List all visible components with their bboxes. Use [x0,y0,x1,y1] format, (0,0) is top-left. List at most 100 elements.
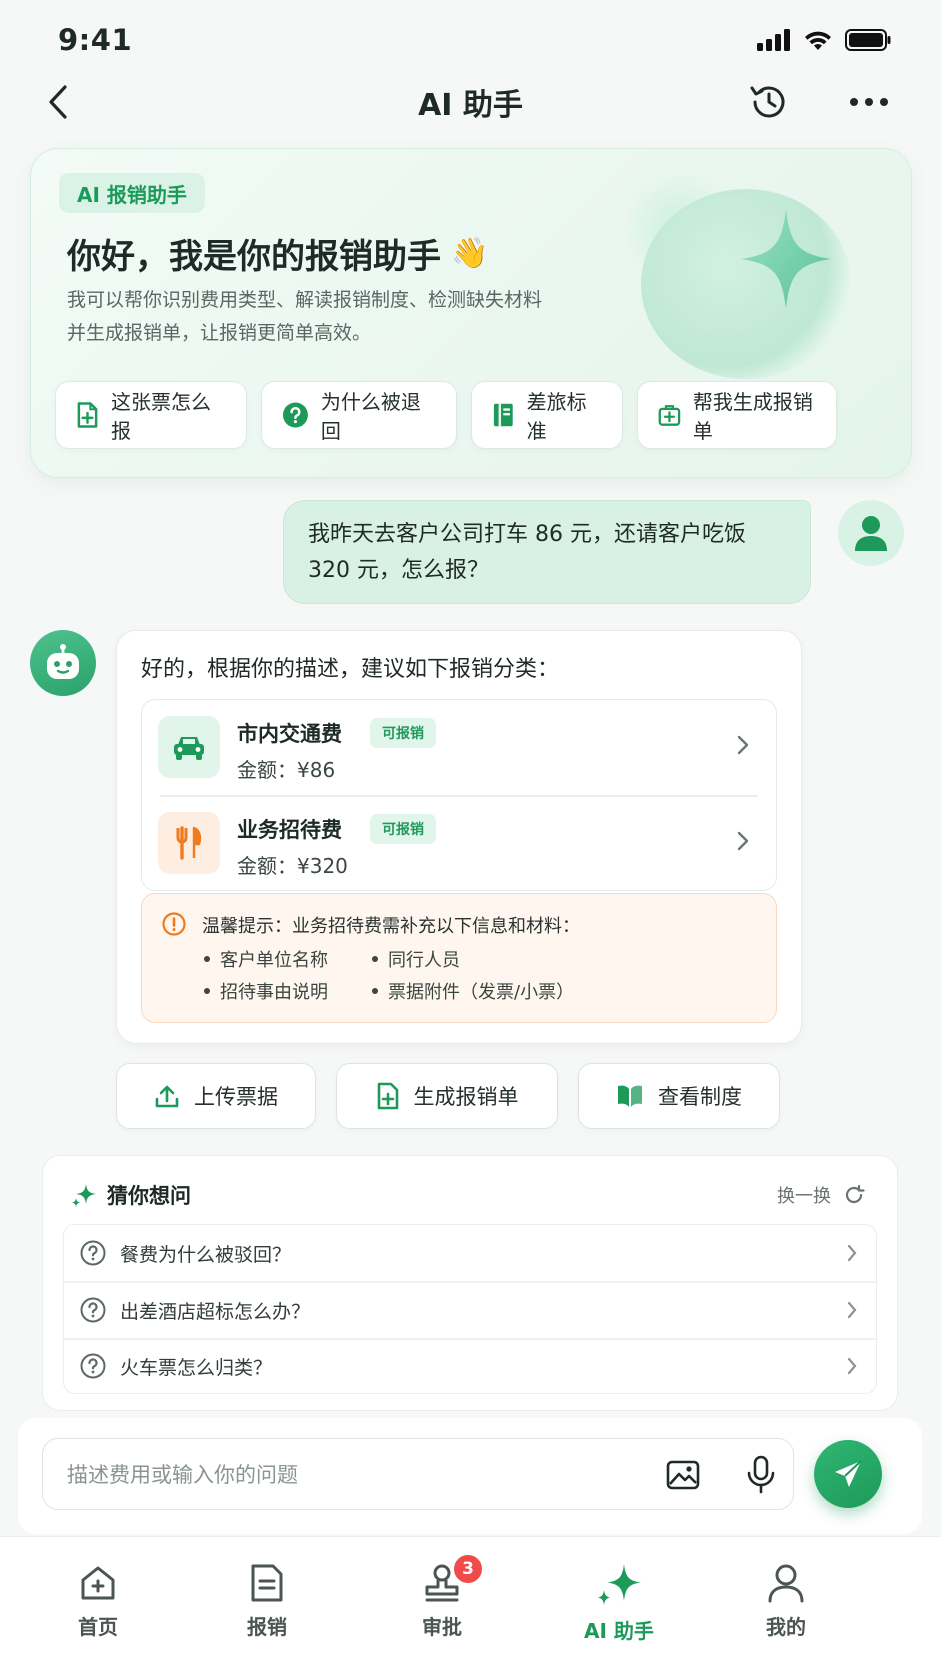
quick-how-to-claim-button[interactable]: 这张票怎么报 [55,381,247,449]
voice-button[interactable] [743,1455,779,1495]
tip-item: 票据附件（发票/小票） [372,978,574,1004]
user-avatar [838,500,904,566]
bullet [204,956,210,962]
tab-ai-assistant[interactable]: AI 助手 [559,1563,679,1644]
category-icon [158,812,220,874]
image-button[interactable] [665,1457,701,1493]
notification-badge: 3 [452,1553,484,1585]
suggestions-card: 猜你想问 换一换 餐费为什么被驳回？ 出差酒店超标怎么办？ 火车票怎么归类？ [42,1155,898,1411]
quick-label: 帮我生成报销单 [692,390,813,443]
welcome-desc-line: 并生成报销单，让报销更简单高效。 [67,322,372,344]
reimbursable-badge: 可报销 [370,814,436,844]
send-button[interactable] [814,1440,882,1508]
history-icon [750,86,785,118]
generate-claim-button[interactable]: 生成报销单 [336,1063,558,1129]
status-icons [757,29,891,51]
quick-generate-claim-button[interactable]: 帮我生成报销单 [637,381,837,449]
history-button[interactable] [747,80,791,124]
category-item-transport[interactable]: 市内交通费 可报销 金额：¥86 [142,700,776,794]
welcome-card: AI 报销助手 你好，我是你的报销助手 👋 我可以帮你识别费用类型、解读报销制度… [30,148,912,478]
more-dots-icon [850,98,888,106]
welcome-title: 你好，我是你的报销助手 👋 [67,229,488,278]
suggestion-item[interactable]: 火车票怎么归类？ [64,1338,876,1394]
bullet [204,988,210,994]
message-input-box [42,1438,794,1510]
wave-emoji: 👋 [451,236,489,271]
quick-why-returned-button[interactable]: 为什么被退回 [261,381,457,449]
book-open-icon [618,1085,642,1107]
wifi-icon [805,31,831,50]
chevron-right-icon [737,735,749,755]
category-amount: 金额：¥86 [237,758,336,782]
category-list: 市内交通费 可报销 金额：¥86 业务招待费 可报销 金额：¥320 [141,699,777,891]
welcome-title-text: 你好，我是你的报销助手 [67,237,441,277]
back-button[interactable] [38,82,78,122]
bullet [372,956,378,962]
user-icon [768,1564,804,1603]
tip-item: 招待事由说明 [204,978,328,1004]
car-icon [174,737,204,760]
suggestion-text: 出差酒店超标怎么办？ [120,1300,311,1323]
question-outline-icon [80,1297,106,1323]
send-icon [835,1460,862,1487]
view-policy-button[interactable]: 查看制度 [578,1063,780,1129]
user-message-bubble: 我昨天去客户公司打车 86 元，还请客户吃饭 320 元，怎么报？ [283,500,811,604]
tip-item-text: 票据附件（发票/小票） [388,982,575,1003]
upload-icon [155,1085,179,1108]
reimbursable-badge: 可报销 [370,718,436,748]
message-input[interactable] [67,1455,587,1495]
chevron-right-icon [847,1301,857,1319]
tab-label: AI 助手 [584,1619,654,1643]
category-amount: 金额：¥320 [237,854,348,878]
tab-label: 首页 [78,1615,118,1639]
quick-label: 差旅标准 [526,390,587,443]
tab-profile[interactable]: 我的 [726,1563,846,1640]
action-label: 查看制度 [658,1085,742,1109]
tip-item-text: 招待事由说明 [220,982,328,1003]
suggestion-item[interactable]: 餐费为什么被驳回？ [64,1225,876,1281]
sparkle-icon [598,1564,641,1605]
refresh-label: 换一换 [777,1186,831,1207]
suggestions-title: 猜你想问 [107,1184,191,1208]
category-name: 业务招待费 [237,818,342,842]
receipt-add-icon [377,1082,398,1110]
assistant-tag: AI 报销助手 [59,173,205,213]
tip-item-text: 客户单位名称 [220,950,328,971]
action-buttons: 上传票据 生成报销单 查看制度 [116,1063,780,1129]
quick-label: 这张票怎么报 [111,390,211,443]
bullet [372,988,378,994]
category-name: 市内交通费 [237,722,342,746]
chevron-right-icon [847,1244,857,1262]
upload-receipt-button[interactable]: 上传票据 [116,1063,316,1129]
bot-avatar [30,630,96,696]
tab-reimburse[interactable]: 报销 [207,1563,327,1640]
welcome-desc-line: 我可以帮你识别费用类型、解读报销制度、检测缺失材料 [67,289,543,311]
sparkle-decoration-icon [741,209,831,309]
suggestions-header: 猜你想问 [71,1180,191,1210]
suggestion-text: 餐费为什么被驳回？ [120,1243,292,1266]
tip-item: 客户单位名称 [204,946,328,972]
tab-approval[interactable]: 审批 3 [382,1553,502,1640]
suggestion-item[interactable]: 出差酒店超标怎么办？ [64,1282,876,1338]
chevron-left-icon [49,85,67,119]
user-message-line: 320 元，怎么报？ [308,558,489,583]
more-button[interactable] [847,80,891,124]
utensils-icon [176,826,202,860]
quick-actions: 这张票怎么报 为什么被退回 差旅标准 帮我生成报销单 [55,381,837,449]
category-item-entertainment[interactable]: 业务招待费 可报销 金额：¥320 [142,796,776,890]
bot-message-card: 好的，根据你的描述，建议如下报销分类： 市内交通费 可报销 金额：¥86 业务招… [116,630,802,1044]
action-label: 生成报销单 [413,1085,519,1109]
refresh-suggestions-button[interactable]: 换一换 [777,1182,865,1208]
home-icon [81,1566,115,1600]
question-outline-icon [80,1240,106,1266]
book-icon [493,403,513,427]
quick-travel-standard-button[interactable]: 差旅标准 [471,381,623,449]
tip-item-text: 同行人员 [388,950,460,971]
chevron-right-icon [847,1357,857,1375]
medical-bag-icon [658,405,681,426]
bottom-tab-bar: 首页 报销 审批 3 AI 助手 我的 [0,1536,941,1672]
document-icon [251,1564,283,1602]
tab-home[interactable]: 首页 [38,1563,158,1640]
suggestion-text: 火车票怎么归类？ [120,1356,273,1379]
user-message-line: 我昨天去客户公司打车 86 元，还请客户吃饭 [308,522,746,547]
